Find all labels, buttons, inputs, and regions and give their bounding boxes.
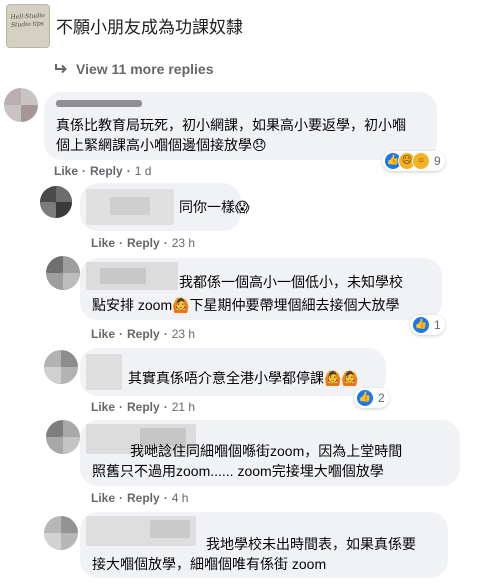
- comment-bubble: 我地學校未出時間表，如果真係要 接大嗰個放學，細嗰個唯有係街 zoom: [80, 512, 448, 578]
- commenter-avatar[interactable]: [46, 420, 80, 454]
- like-link[interactable]: Like: [91, 491, 115, 505]
- comment-actions: Like · Reply · 4 h: [91, 491, 189, 505]
- view-more-replies-link[interactable]: View 11 more replies: [54, 61, 214, 77]
- comment-text-line: 同你一樣😱: [179, 199, 250, 215]
- comment-text-line: 其實真係唔介意全港小學都停課🙆🙆: [128, 370, 359, 386]
- commenter-avatar[interactable]: [44, 350, 78, 384]
- wow-reaction-icon: ○: [412, 152, 430, 170]
- comment-text-line: 照舊只不過用zoom...... zoom完接埋大嗰個放學: [92, 463, 384, 479]
- commenter-avatar[interactable]: [40, 186, 72, 218]
- reaction-summary[interactable]: 👍 ☹ ○ 9: [382, 151, 445, 171]
- comment-bubble: 我哋諗住同細嗰個喺街zoom，因為上堂時間 照舊只不過用zoom...... z…: [80, 420, 460, 486]
- reply-link[interactable]: Reply: [127, 400, 160, 414]
- comment-actions: Like · Reply · 1 d: [54, 164, 152, 178]
- view-more-label: View 11 more replies: [76, 61, 214, 77]
- like-reaction-icon: 👍: [412, 316, 430, 334]
- reaction-count: 2: [378, 391, 385, 405]
- reply-link[interactable]: Reply: [127, 491, 160, 505]
- comment-text-line: 接大嗰個放學，細嗰個唯有係街 zoom: [92, 556, 327, 572]
- commenter-avatar[interactable]: [44, 516, 78, 550]
- comment-timestamp[interactable]: 21 h: [172, 400, 195, 414]
- post-header: Hell·Studio Studio tips 不願小朋友成為功課奴隸: [0, 0, 482, 55]
- commenter-avatar[interactable]: [46, 256, 80, 290]
- reply-link[interactable]: Reply: [90, 164, 123, 178]
- reaction-count: 1: [434, 318, 441, 332]
- reply-arrow-icon: [55, 64, 67, 74]
- like-link[interactable]: Like: [91, 400, 115, 414]
- comment-timestamp[interactable]: 23 h: [172, 236, 195, 250]
- commenter-avatar[interactable]: [4, 88, 38, 122]
- reply-link[interactable]: Reply: [127, 327, 160, 341]
- comment-actions: Like · Reply · 23 h: [91, 327, 196, 341]
- comment-timestamp[interactable]: 1 d: [135, 164, 152, 178]
- comment-text-line: 我地學校未出時間表，如果真係要: [206, 536, 416, 552]
- comment-text-line: 我哋諗住同細嗰個喺街zoom，因為上堂時間: [130, 443, 403, 459]
- comment-text-line: 點安排 zoom🙆下星期仲要帶埋個細去接個大放學: [92, 297, 400, 313]
- like-link[interactable]: Like: [91, 327, 115, 341]
- reaction-summary[interactable]: 👍 1: [410, 315, 445, 335]
- page-name[interactable]: 不願小朋友成為功課奴隸: [56, 13, 243, 38]
- comment-bubble: 同你一樣😱: [80, 183, 250, 231]
- like-reaction-icon: 👍: [356, 389, 374, 407]
- commenter-name-redacted[interactable]: [86, 354, 122, 390]
- reaction-count: 9: [434, 154, 441, 168]
- comment-bubble: 我都係一個高小一個低小，未知學校 點安排 zoom🙆下星期仲要帶埋個細去接個大放…: [80, 258, 442, 320]
- comment-actions: Like · Reply · 23 h: [91, 236, 196, 250]
- comment-bubble: 真係比教育局玩死，初小網課，如果高小要返學，初小嗰 個上緊網課高小嗰個邊個接放學…: [44, 92, 437, 160]
- reaction-summary[interactable]: 👍 2: [354, 388, 389, 408]
- comment-text-line: 個上緊網課高小嗰個邊個接放學😞: [56, 137, 267, 153]
- comment-text-line: 我都係一個高小一個低小，未知學校: [179, 274, 403, 290]
- avatar-scrawl: Hell·Studio Studio tips: [10, 12, 46, 29]
- page-avatar[interactable]: Hell·Studio Studio tips: [6, 4, 50, 48]
- reply-link[interactable]: Reply: [127, 236, 160, 250]
- like-link[interactable]: Like: [91, 236, 115, 250]
- commenter-name-redacted[interactable]: [56, 100, 142, 107]
- like-link[interactable]: Like: [54, 164, 78, 178]
- comment-text-line: 真係比教育局玩死，初小網課，如果高小要返學，初小嗰: [56, 117, 406, 133]
- comment-bubble: 其實真係唔介意全港小學都停課🙆🙆: [80, 348, 386, 396]
- comment-timestamp[interactable]: 4 h: [172, 491, 189, 505]
- comment-actions: Like · Reply · 21 h: [91, 400, 196, 414]
- comment-timestamp[interactable]: 23 h: [172, 327, 195, 341]
